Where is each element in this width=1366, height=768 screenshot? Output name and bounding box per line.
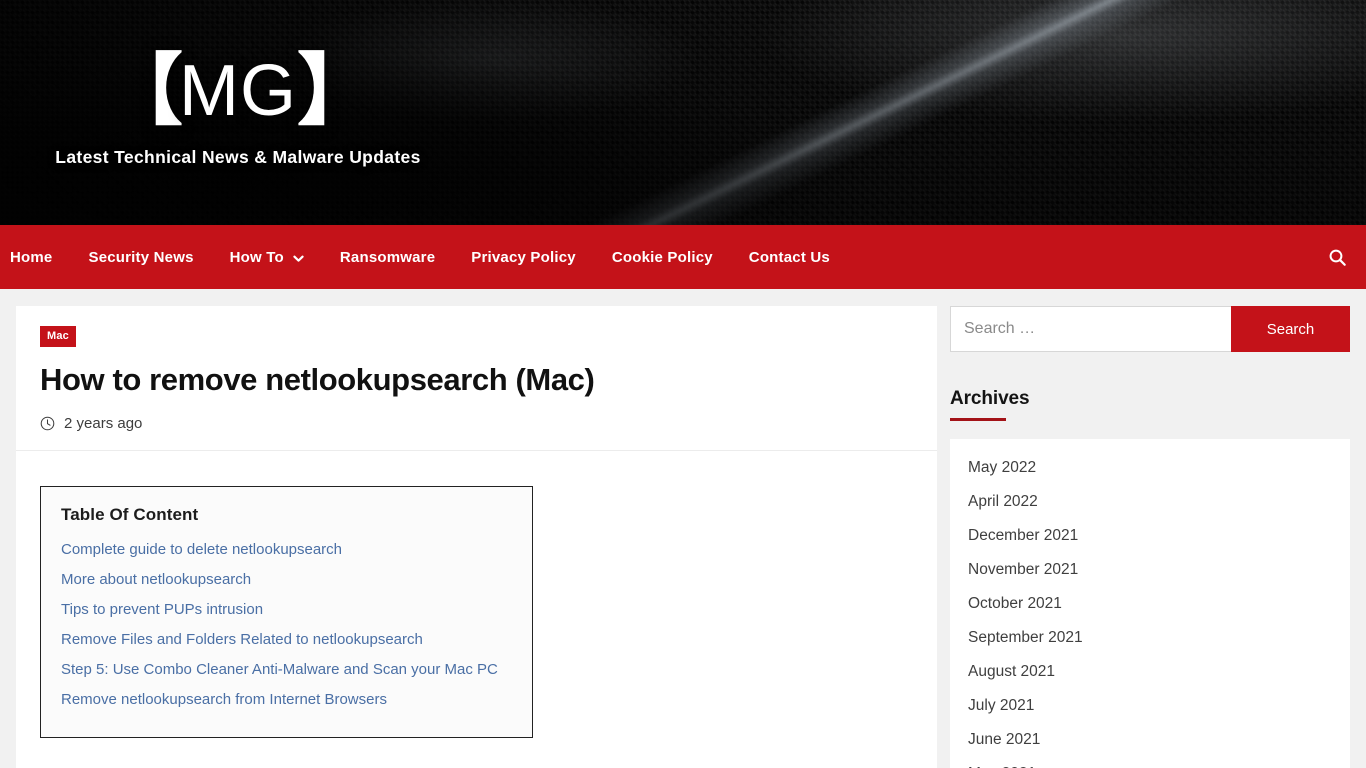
- archives-card: May 2022 April 2022 December 2021 Novemb…: [950, 439, 1350, 768]
- nav-item-how-to[interactable]: How To: [212, 225, 322, 289]
- toc-list: Complete guide to delete netlookupsearch…: [61, 537, 512, 713]
- archive-item-december-2021[interactable]: December 2021: [950, 519, 1350, 553]
- nav-item-ransomware[interactable]: Ransomware: [322, 225, 453, 289]
- main-navigation: Home Security News How To Ransomware Pri…: [0, 225, 1366, 289]
- archive-item-may-2022[interactable]: May 2022: [950, 451, 1350, 485]
- chevron-down-icon[interactable]: [293, 253, 304, 264]
- archive-item-november-2021[interactable]: November 2021: [950, 553, 1350, 587]
- toc-title: Table Of Content: [61, 504, 199, 524]
- site-logo[interactable]: 【MG】: [32, 50, 444, 131]
- toc-link[interactable]: Step 5: Use Combo Cleaner Anti-Malware a…: [61, 661, 498, 678]
- list-item: Remove netlookupsearch from Internet Bro…: [61, 687, 512, 713]
- logo-bracket-left: 【: [104, 46, 183, 134]
- nav-item-security-news[interactable]: Security News: [70, 225, 211, 289]
- list-item: Complete guide to delete netlookupsearch: [61, 537, 512, 563]
- archives-widget-title: Archives: [950, 388, 1350, 421]
- page-title: How to remove netlookupsearch (Mac): [40, 362, 595, 397]
- site-branding[interactable]: 【MG】 Latest Technical News & Malware Upd…: [32, 50, 444, 168]
- search-icon[interactable]: [1322, 242, 1352, 272]
- clock-icon: [40, 416, 55, 431]
- nav-item-privacy-policy[interactable]: Privacy Policy: [453, 225, 594, 289]
- nav-item-contact-us[interactable]: Contact Us: [731, 225, 848, 289]
- toc-link[interactable]: Tips to prevent PUPs intrusion: [61, 601, 263, 618]
- nav-item-label: How To: [229, 248, 284, 266]
- nav-item-label: Cookie Policy: [611, 248, 713, 266]
- archive-item-april-2022[interactable]: April 2022: [950, 485, 1350, 519]
- article-header: Mac How to remove netlookupsearch (Mac) …: [16, 306, 937, 451]
- page-content: Mac How to remove netlookupsearch (Mac) …: [0, 289, 1366, 768]
- archives-list: May 2022 April 2022 December 2021 Novemb…: [950, 451, 1350, 768]
- archive-item-july-2021[interactable]: July 2021: [950, 689, 1350, 723]
- list-item: Step 5: Use Combo Cleaner Anti-Malware a…: [61, 657, 512, 683]
- toc-link[interactable]: More about netlookupsearch: [61, 571, 251, 588]
- archive-item-june-2021[interactable]: June 2021: [950, 723, 1350, 757]
- main-content-column: Mac How to remove netlookupsearch (Mac) …: [16, 306, 937, 768]
- list-item: Remove Files and Folders Related to netl…: [61, 627, 512, 653]
- toc-link[interactable]: Remove netlookupsearch from Internet Bro…: [61, 691, 387, 708]
- category-badge[interactable]: Mac: [40, 326, 76, 347]
- archive-item-september-2021[interactable]: September 2021: [950, 621, 1350, 655]
- table-of-content-box: Table Of Content Complete guide to delet…: [40, 485, 533, 738]
- search-button[interactable]: Search: [1231, 306, 1350, 352]
- list-item: Tips to prevent PUPs intrusion: [61, 597, 512, 623]
- nav-item-label: Contact Us: [748, 248, 830, 266]
- article-card: Mac How to remove netlookupsearch (Mac) …: [16, 306, 937, 768]
- nav-item-label: Home: [10, 248, 53, 266]
- article-body: Table Of Content Complete guide to delet…: [16, 451, 937, 768]
- article-timestamp: 2 years ago: [64, 414, 143, 432]
- list-item: More about netlookupsearch: [61, 567, 512, 593]
- sidebar-search-widget: Search: [950, 306, 1350, 352]
- sidebar: Search Archives May 2022 April 2022 Dece…: [937, 306, 1350, 768]
- logo-text: MG: [179, 51, 297, 131]
- archive-item-october-2021[interactable]: October 2021: [950, 587, 1350, 621]
- nav-list: Home Security News How To Ransomware Pri…: [0, 225, 848, 289]
- site-header: 【MG】 Latest Technical News & Malware Upd…: [0, 0, 1366, 225]
- logo-bracket-right: 】: [296, 46, 375, 134]
- toc-link[interactable]: Remove Files and Folders Related to netl…: [61, 631, 423, 648]
- nav-item-label: Security News: [88, 248, 194, 266]
- nav-item-label: Privacy Policy: [471, 248, 576, 266]
- archive-item-august-2021[interactable]: August 2021: [950, 655, 1350, 689]
- article-meta: 2 years ago: [40, 415, 913, 432]
- search-input[interactable]: [950, 306, 1231, 352]
- nav-item-label: Ransomware: [339, 248, 436, 266]
- archive-item-may-2021[interactable]: May 2021: [950, 757, 1350, 768]
- nav-item-cookie-policy[interactable]: Cookie Policy: [594, 225, 731, 289]
- toc-link[interactable]: Complete guide to delete netlookupsearch: [61, 541, 342, 558]
- site-tagline: Latest Technical News & Malware Updates: [55, 147, 421, 167]
- nav-item-home[interactable]: Home: [0, 225, 70, 289]
